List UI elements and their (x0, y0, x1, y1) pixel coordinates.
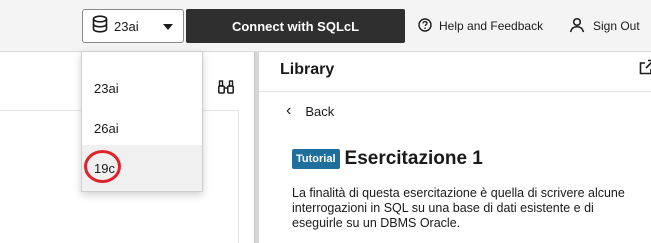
open-external-icon[interactable] (639, 59, 651, 80)
help-icon (418, 17, 432, 35)
database-version-label: 23ai (114, 18, 139, 34)
help-feedback-label: Help and Feedback (439, 19, 544, 33)
binoculars-icon[interactable] (218, 80, 234, 98)
tutorial-badge: Tutorial (292, 149, 340, 169)
chevron-left-icon: ‹ (286, 102, 292, 119)
caret-down-icon (163, 24, 173, 30)
database-version-dropdown: 23ai 26ai 19c (81, 51, 203, 192)
library-title: Library (280, 61, 335, 78)
database-icon (92, 14, 108, 38)
back-link[interactable]: ‹ Back (286, 100, 334, 122)
annotation-circle (84, 150, 121, 183)
option-label: 23ai (94, 80, 119, 96)
sign-out-link[interactable]: Sign Out (569, 9, 640, 43)
database-version-select[interactable]: 23ai (82, 9, 184, 43)
dropdown-option-19c[interactable]: 19c (82, 145, 202, 191)
sign-out-label: Sign Out (593, 19, 640, 33)
library-header: Library (259, 52, 651, 92)
back-label: Back (305, 103, 335, 119)
option-label: 26ai (94, 120, 119, 136)
tutorial-description: La finalità di questa esercitazione è qu… (292, 186, 625, 230)
user-icon (569, 17, 585, 36)
tutorial-heading-row: Tutorial Esercitazione 1 (292, 148, 483, 170)
help-feedback-link[interactable]: Help and Feedback (418, 9, 543, 43)
worksheet-gutter (238, 110, 239, 243)
library-panel: Library ‹ Back Tutorial Esercitazione 1 … (259, 52, 651, 243)
connect-sqlcl-button[interactable]: Connect with SQLcL (186, 9, 405, 43)
top-toolbar: 23ai Connect with SQLcL Help and Feedbac… (0, 0, 651, 52)
tutorial-title: Esercitazione 1 (344, 148, 483, 169)
